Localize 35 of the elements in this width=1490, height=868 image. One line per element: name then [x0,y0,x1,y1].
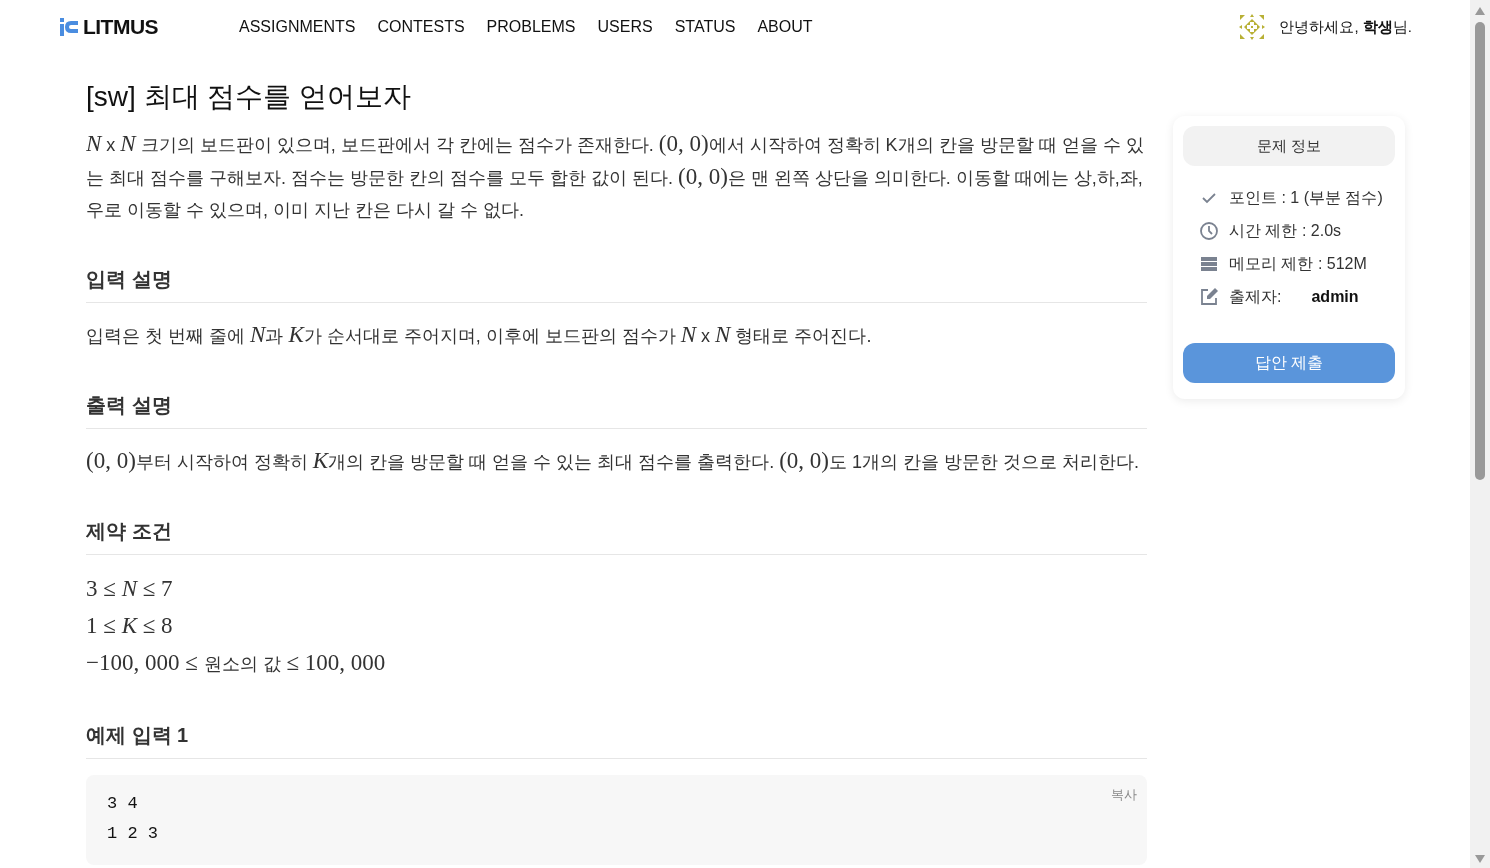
clock-icon [1199,221,1219,241]
avatar-icon[interactable] [1239,14,1266,40]
description-text: N x N 크기의 보드판이 있으며, 보드판에서 각 칸에는 점수가 존재한다. (0, 0)에서 시작하여 정확히 K개의 칸을 방문할 때 얻을 수 있는 최대 점수를 구해보자. 점수는 방문한 칸의 점수를 모두 합한 값이 된다. (0, 0)은 맨 왼쪽 상단을 의미한다. 이동할 때에는 상,하,좌,우로 이동할 수 있으며, 이미 지난 칸은 다시 갈 수 없다. [86,130,1145,222]
nav-link[interactable]: CONTESTS [377,15,465,39]
code-line: 1 2 3 [107,823,158,845]
formula-text: −100, 000 ≤ 원소의 값 ≤ 100, 000 [86,649,387,677]
edit-icon [1199,287,1219,307]
info-label: 포인트 : 1 (부분 점수) [1229,188,1383,208]
logo-text[interactable]: LITMUS [83,11,158,43]
nav-link[interactable]: ABOUT [757,15,813,39]
scroll-up-icon[interactable] [1475,7,1485,15]
nav-link[interactable]: USERS [597,15,653,39]
scroll-down-icon[interactable] [1475,855,1485,863]
formula-text: 1 ≤ K ≤ 8 [86,612,174,640]
logo-icon [59,17,79,37]
section-heading: 출력 설명 [86,390,1147,429]
info-label: 시간 제한 : 2.0s [1229,221,1342,241]
nav-link[interactable]: PROBLEMS [486,15,576,39]
info-label: 메모리 제한 : 512M [1229,254,1367,274]
section-text: (0, 0)부터 시작하여 정확히 K개의 칸을 방문할 때 얻을 수 있는 최대 점수를 출력한다. (0, 0)도 1개의 칸을 방문한 것으로 처리한다. [86,447,1141,475]
code-line: 3 4 [107,793,138,815]
greeting-text: 안녕하세요, 학생님. [1279,16,1412,37]
server-icon [1200,256,1218,272]
formula-text: 3 ≤ N ≤ 7 [86,575,174,603]
info-title: 문제 정보 [1183,126,1395,166]
section-heading: 예제 입력 1 [86,720,1147,759]
problem-title: [sw] 최대 점수를 얻어보자 [86,80,413,114]
nav-link[interactable]: STATUS [674,15,736,39]
section-heading: 제약 조건 [86,516,1147,555]
info-label: 출제자: [1229,287,1282,307]
section-heading: 입력 설명 [86,264,1147,303]
section-text: 입력은 첫 번째 줄에 N과 K가 순서대로 주어지며, 이후에 보드판의 점수가 N x N 형태로 주어진다. [86,321,873,349]
scrollbar[interactable] [1470,0,1490,868]
nav-link[interactable]: ASSIGNMENTS [239,15,356,39]
author-name: admin [1311,287,1359,307]
